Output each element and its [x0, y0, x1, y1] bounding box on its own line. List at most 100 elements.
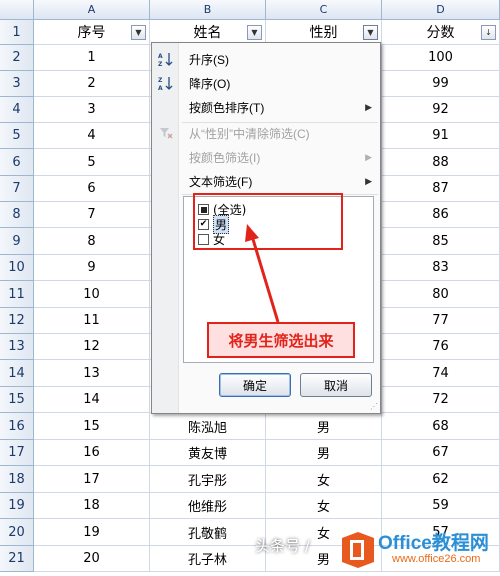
- row-header[interactable]: 15: [0, 387, 34, 413]
- table-cell-score[interactable]: 85: [382, 228, 500, 255]
- row-header[interactable]: 8: [0, 202, 34, 228]
- table-cell-score[interactable]: 86: [382, 202, 500, 228]
- row-header[interactable]: 13: [0, 334, 34, 360]
- table-cell-score[interactable]: 87: [382, 176, 500, 202]
- row-header[interactable]: 18: [0, 466, 34, 493]
- row-header[interactable]: 5: [0, 123, 34, 149]
- table-cell-score[interactable]: 80: [382, 281, 500, 308]
- svg-text:A: A: [158, 53, 163, 60]
- table-cell-name[interactable]: 他维彤: [150, 493, 266, 519]
- row-header[interactable]: 2: [0, 45, 34, 71]
- menu-item-filter-by-color[interactable]: 按颜色筛选(I) ▶: [152, 145, 380, 169]
- column-header-a[interactable]: A: [34, 0, 150, 20]
- row-header[interactable]: 4: [0, 97, 34, 123]
- row-number: 6: [12, 154, 21, 170]
- table-cell-score[interactable]: 68: [382, 413, 500, 440]
- table-cell-gender[interactable]: 女: [266, 466, 382, 493]
- menu-item-clear-filter[interactable]: 从“性别”中清除筛选(C): [152, 121, 380, 145]
- table-cell-seq[interactable]: 7: [34, 202, 150, 228]
- sort-descending-icon: ZA: [152, 75, 179, 91]
- table-cell-seq[interactable]: 19: [34, 519, 150, 546]
- annotation-callout: 将男生筛选出来: [207, 322, 355, 358]
- table-cell-seq[interactable]: 12: [34, 334, 150, 360]
- menu-item-text-filter[interactable]: 文本筛选(F) ▶: [152, 169, 380, 193]
- table-cell-score[interactable]: 62: [382, 466, 500, 493]
- table-cell-name[interactable]: 孔敬鹤: [150, 519, 266, 546]
- column-letter: D: [436, 3, 445, 16]
- row-header[interactable]: 1: [0, 20, 34, 45]
- row-number: 4: [12, 102, 21, 117]
- menu-item-sort-descending[interactable]: ZA 降序(O): [152, 71, 380, 95]
- table-cell-score[interactable]: 99: [382, 71, 500, 97]
- cancel-button[interactable]: 取消: [300, 373, 372, 397]
- table-cell-seq[interactable]: 6: [34, 176, 150, 202]
- menu-item-label: 从“性别”中清除筛选(C): [189, 126, 310, 141]
- table-cell-score[interactable]: 88: [382, 149, 500, 176]
- submenu-arrow-icon: ▶: [365, 175, 372, 186]
- button-label: 取消: [323, 378, 348, 393]
- table-cell-seq[interactable]: 2: [34, 71, 150, 97]
- table-cell-seq[interactable]: 5: [34, 149, 150, 176]
- row-header[interactable]: 9: [0, 228, 34, 255]
- filter-dropdown-button[interactable]: ▼: [131, 25, 146, 40]
- table-cell-gender[interactable]: 男: [266, 440, 382, 466]
- table-cell-seq[interactable]: 17: [34, 466, 150, 493]
- table-cell-seq[interactable]: 9: [34, 255, 150, 281]
- table-cell-score[interactable]: 74: [382, 360, 500, 387]
- menu-item-sort-ascending[interactable]: AZ 升序(S): [152, 47, 380, 71]
- filter-dropdown-button[interactable]: ▼: [247, 25, 262, 40]
- table-cell-seq[interactable]: 3: [34, 97, 150, 123]
- sort-filter-dropdown-button[interactable]: ↓: [481, 25, 496, 40]
- row-header[interactable]: 12: [0, 308, 34, 334]
- row-header[interactable]: 11: [0, 281, 34, 308]
- row-header[interactable]: 7: [0, 176, 34, 202]
- row-header[interactable]: 14: [0, 360, 34, 387]
- table-cell-name[interactable]: 孔宇彤: [150, 466, 266, 493]
- menu-item-label: 文本筛选(F): [189, 174, 253, 189]
- resize-grip-icon[interactable]: ⋰: [370, 402, 378, 411]
- table-cell-score[interactable]: 91: [382, 123, 500, 149]
- table-cell-score[interactable]: 100: [382, 45, 500, 71]
- menu-item-sort-by-color[interactable]: 按颜色排序(T) ▶: [152, 95, 380, 119]
- table-cell-gender[interactable]: 男: [266, 413, 382, 440]
- column-header-b[interactable]: B: [150, 0, 266, 20]
- row-header[interactable]: 10: [0, 255, 34, 281]
- table-cell-seq[interactable]: 14: [34, 387, 150, 413]
- table-cell-seq[interactable]: 20: [34, 546, 150, 572]
- column-header-d[interactable]: D: [382, 0, 500, 20]
- table-cell-seq[interactable]: 10: [34, 281, 150, 308]
- table-cell-score[interactable]: 77: [382, 308, 500, 334]
- table-cell-name[interactable]: 陈泓旭: [150, 413, 266, 440]
- row-number: 15: [8, 392, 25, 407]
- table-cell-score[interactable]: 76: [382, 334, 500, 360]
- table-cell-seq[interactable]: 18: [34, 493, 150, 519]
- row-header[interactable]: 17: [0, 440, 34, 466]
- table-cell-name[interactable]: 黄友博: [150, 440, 266, 466]
- select-all-corner[interactable]: [0, 0, 34, 20]
- row-header[interactable]: 3: [0, 71, 34, 97]
- header-cell-seq[interactable]: 序号 ▼: [34, 20, 150, 45]
- table-cell-seq[interactable]: 16: [34, 440, 150, 466]
- column-header-c[interactable]: C: [266, 0, 382, 20]
- table-cell-seq[interactable]: 11: [34, 308, 150, 334]
- table-cell-score[interactable]: 83: [382, 255, 500, 281]
- table-cell-score[interactable]: 92: [382, 97, 500, 123]
- row-header[interactable]: 19: [0, 493, 34, 519]
- table-cell-score[interactable]: 67: [382, 440, 500, 466]
- header-cell-score[interactable]: 分数 ↓: [382, 20, 500, 45]
- table-cell-seq[interactable]: 1: [34, 45, 150, 71]
- filter-dropdown-button[interactable]: ▼: [363, 25, 378, 40]
- table-cell-seq[interactable]: 8: [34, 228, 150, 255]
- row-header[interactable]: 20: [0, 519, 34, 546]
- row-header[interactable]: 16: [0, 413, 34, 440]
- row-header[interactable]: 21: [0, 546, 34, 572]
- ok-button[interactable]: 确定: [219, 373, 291, 397]
- table-cell-seq[interactable]: 4: [34, 123, 150, 149]
- row-header[interactable]: 6: [0, 149, 34, 176]
- table-cell-gender[interactable]: 女: [266, 493, 382, 519]
- table-cell-score[interactable]: 59: [382, 493, 500, 519]
- table-cell-seq[interactable]: 13: [34, 360, 150, 387]
- table-cell-name[interactable]: 孔子林: [150, 546, 266, 572]
- table-cell-score[interactable]: 72: [382, 387, 500, 413]
- table-cell-seq[interactable]: 15: [34, 413, 150, 440]
